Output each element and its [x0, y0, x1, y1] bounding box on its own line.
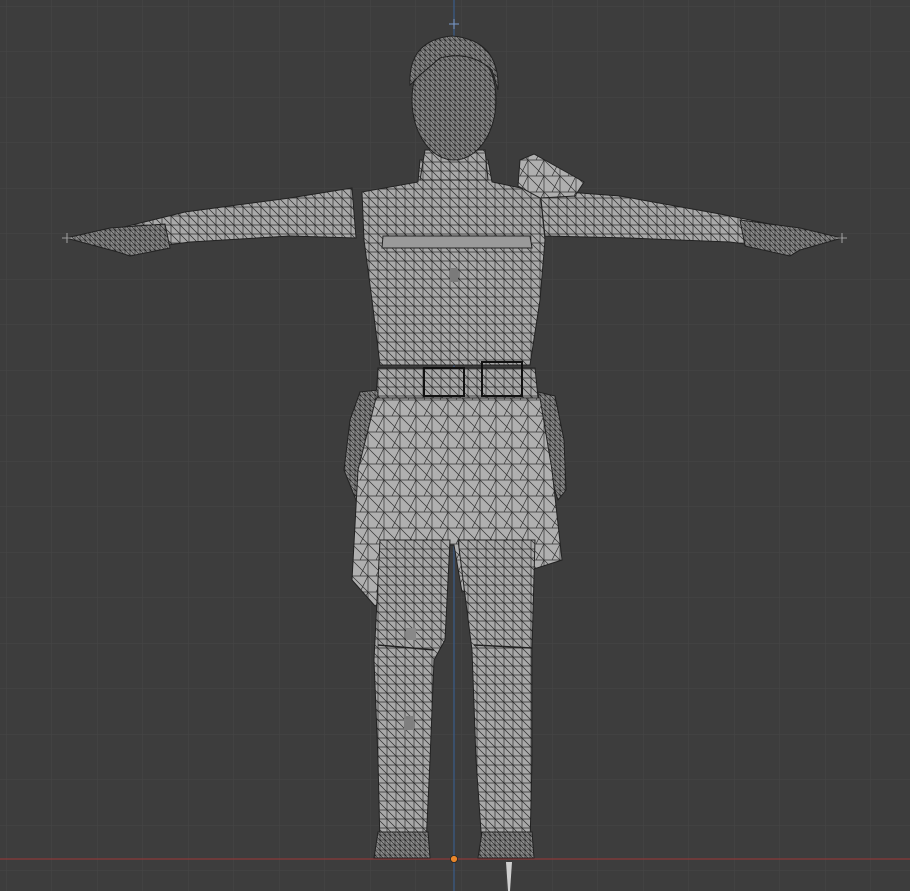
knee-marker — [406, 628, 416, 640]
left-shoe-mesh — [373, 831, 431, 859]
right-shoe-mesh — [477, 831, 535, 859]
chest-emblem — [450, 268, 458, 282]
torso-mesh — [361, 159, 546, 366]
viewport-canvas[interactable] — [0, 0, 910, 891]
chest-band-mesh — [381, 235, 533, 249]
shin-marker — [404, 716, 414, 730]
belt-mesh — [375, 367, 539, 399]
object-origin-icon[interactable] — [450, 855, 458, 863]
3d-viewport[interactable] — [0, 0, 910, 891]
